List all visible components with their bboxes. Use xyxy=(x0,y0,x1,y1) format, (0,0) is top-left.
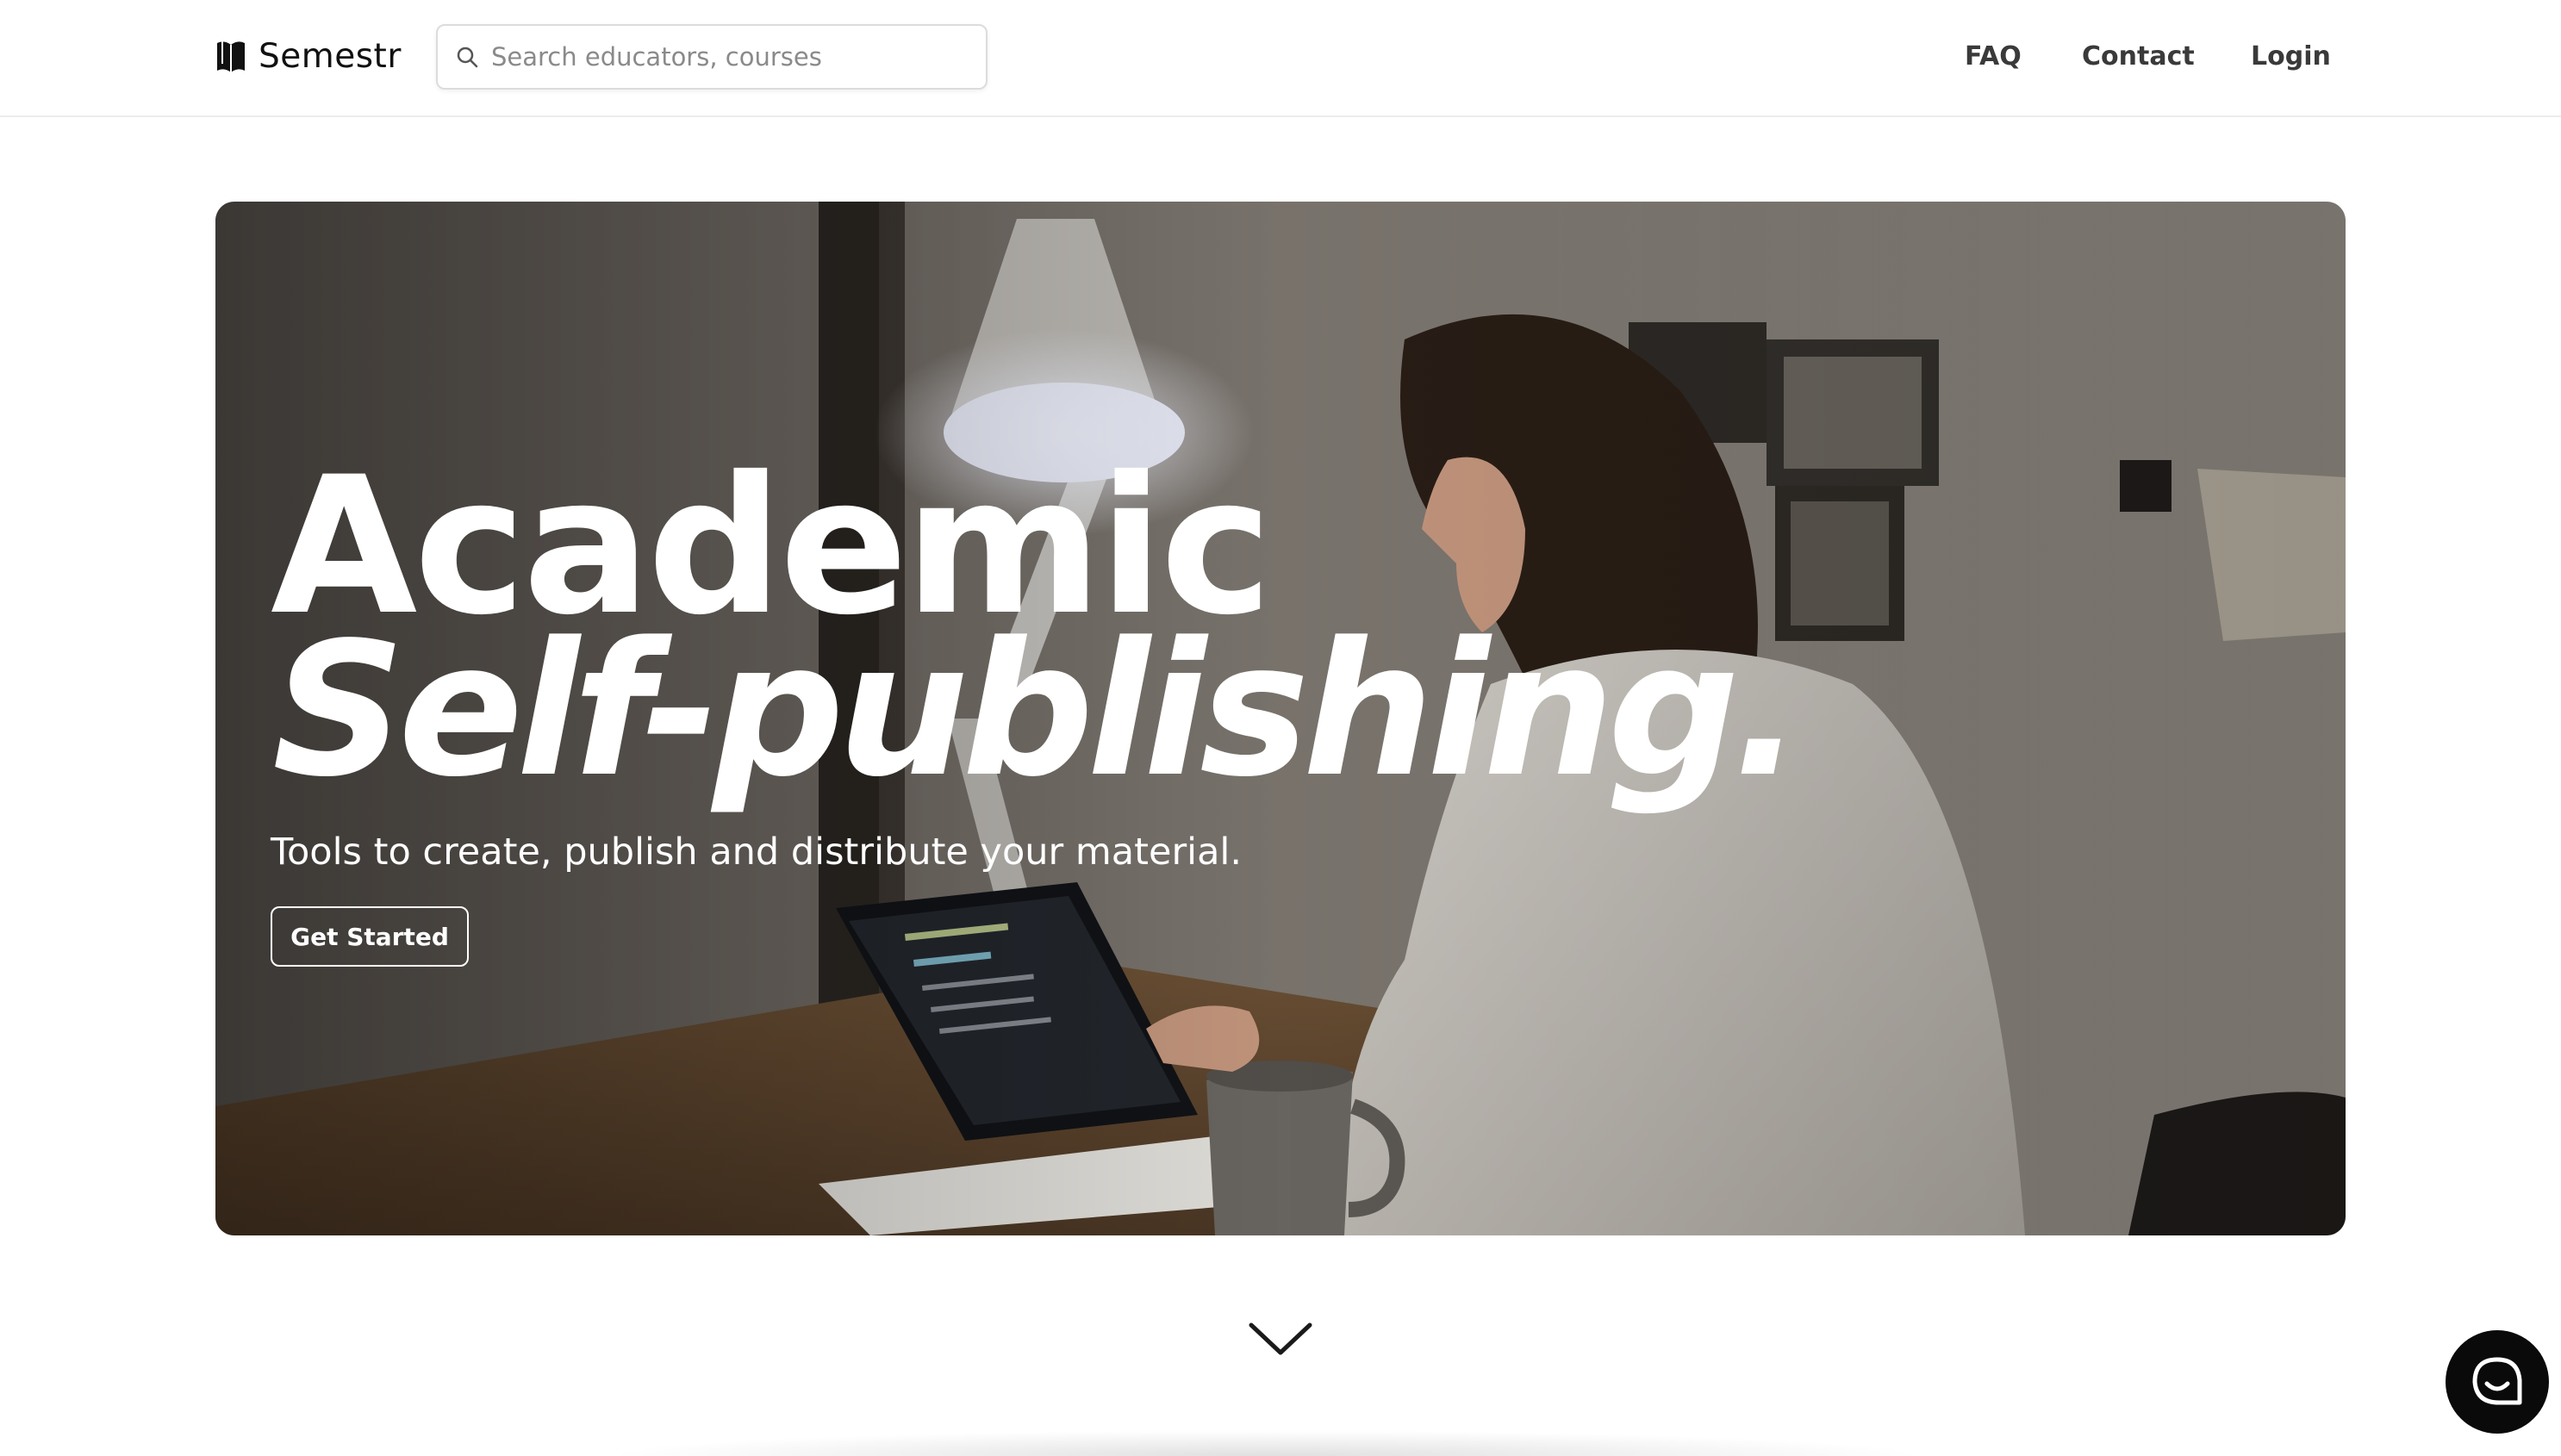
nav-contact-link[interactable]: Contact xyxy=(2082,41,2195,72)
top-header: Semestr FAQ Contact Login xyxy=(0,0,2561,117)
chat-icon xyxy=(2472,1357,2522,1405)
nav-login-link[interactable]: Login xyxy=(2251,41,2331,72)
search-icon xyxy=(457,47,478,68)
brand-logo[interactable]: Semestr xyxy=(214,34,402,78)
hero-subtitle: Tools to create, publish and distribute … xyxy=(271,831,1243,874)
nav-login-item: Login xyxy=(2251,34,2331,78)
search-input[interactable] xyxy=(489,41,975,72)
next-section-shadow xyxy=(603,1430,1930,1456)
nav-contact-item: Contact xyxy=(2082,34,2195,78)
hero-banner: Academic Self-publishing. Tools to creat… xyxy=(215,202,2346,1235)
nav-faq-link[interactable]: FAQ xyxy=(1965,41,2022,72)
chevron-down-icon[interactable] xyxy=(1248,1320,1313,1358)
brand-name: Semestr xyxy=(259,36,402,76)
get-started-button[interactable]: Get Started xyxy=(271,906,469,967)
chat-widget-button[interactable] xyxy=(2446,1330,2549,1434)
search-box[interactable] xyxy=(436,24,988,90)
nav-faq-item: FAQ xyxy=(1965,34,2022,78)
book-icon xyxy=(217,41,245,72)
hero-title-line2: Self-publishing. xyxy=(272,603,1803,818)
